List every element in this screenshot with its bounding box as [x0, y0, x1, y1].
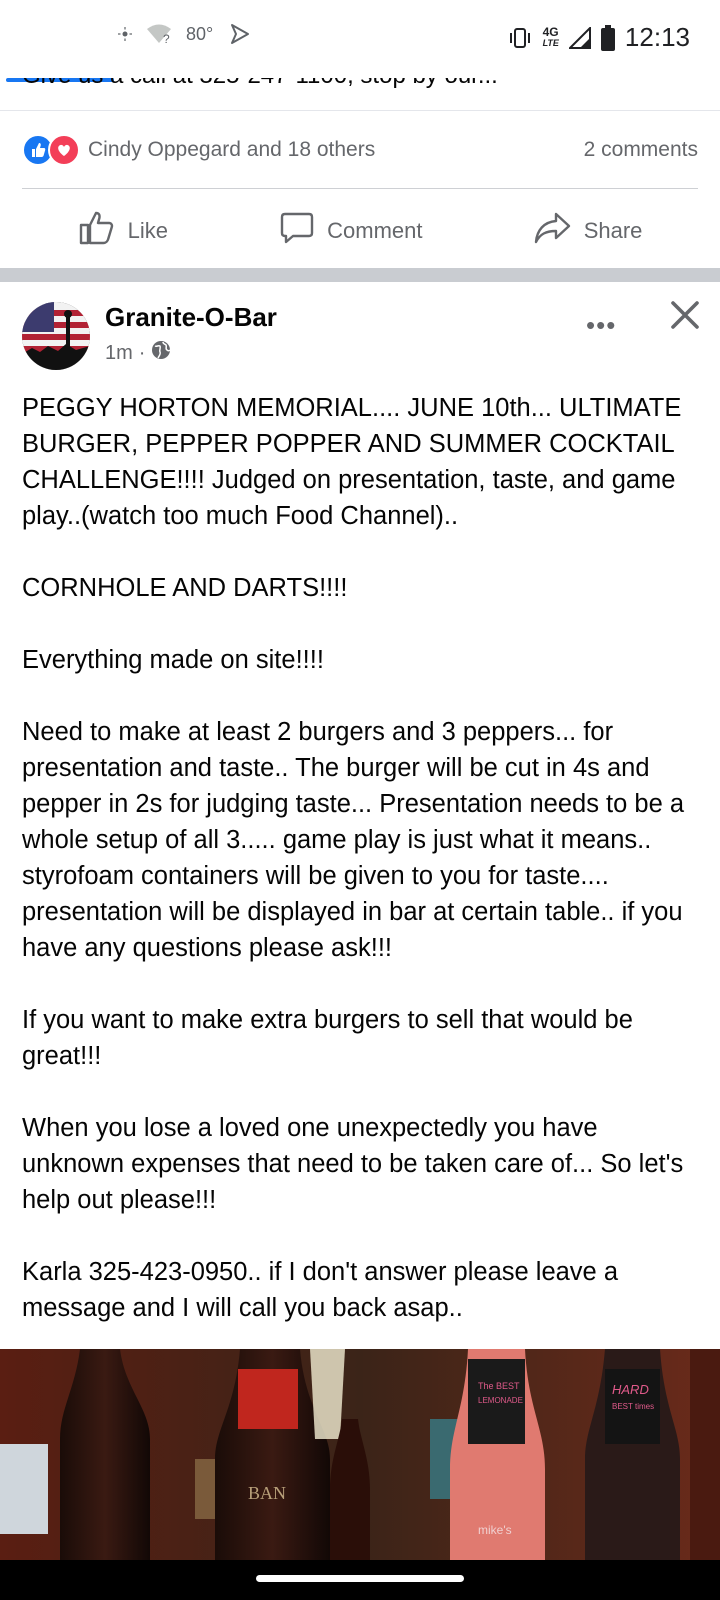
svg-text:?: ? [163, 32, 170, 44]
globe-icon [151, 340, 171, 366]
svg-text:HARD: HARD [612, 1382, 649, 1397]
love-reaction-icon [48, 134, 80, 166]
close-icon[interactable] [668, 298, 702, 332]
post-paragraph: When you lose a loved one unexpectedly y… [22, 1114, 684, 1214]
previous-post-snippet: Give us a call at 325-247-1100, stop by … [0, 78, 720, 111]
svg-text:LEMONADE: LEMONADE [478, 1396, 523, 1405]
post-actions-bar: Like Comment Share [22, 196, 698, 266]
post-paragraph: PEGGY HORTON MEMORIAL.... JUNE 10th... U… [22, 394, 682, 530]
share-label: Share [583, 218, 643, 243]
meta-separator: · [138, 341, 146, 364]
page-avatar[interactable] [22, 302, 90, 370]
reactions-row: Cindy Oppegard and 18 others 2 comments [22, 128, 698, 172]
wifi-question-icon: ? [146, 24, 172, 44]
more-options-button[interactable]: ••• [586, 310, 616, 341]
post-time[interactable]: 1m [105, 342, 133, 365]
play-outline-icon [227, 22, 251, 46]
status-bar-right: 4G LTE 12:13 [507, 22, 690, 53]
status-bar-left: ? 80° [118, 22, 251, 46]
system-navigation-bar [0, 1560, 720, 1600]
share-button[interactable]: Share [534, 211, 643, 251]
bottles-photo-illustration: BAN The BEST LEMONADE mike's HARD BEST t… [0, 1349, 720, 1560]
feed-separator [0, 268, 720, 282]
battery-icon [600, 24, 615, 51]
comment-button[interactable]: Comment [279, 210, 423, 252]
post-header: Granite-O-Bar 1m · ••• [0, 282, 720, 378]
post-paragraph: Everything made on site!!!! [22, 646, 324, 674]
network-type: 4G LTE [542, 24, 559, 48]
post-author-name[interactable]: Granite-O-Bar [105, 302, 277, 333]
vibrate-icon [507, 27, 533, 49]
signal-icon [568, 26, 591, 49]
post-paragraph: CORNHOLE AND DARTS!!!! [22, 574, 348, 602]
comment-bubble-icon [279, 210, 315, 252]
previous-post-text: Give us a call at 325-247-1100, stop by … [22, 78, 498, 90]
svg-text:BEST times: BEST times [612, 1402, 654, 1411]
like-button[interactable]: Like [78, 210, 168, 252]
post-photo[interactable]: BAN The BEST LEMONADE mike's HARD BEST t… [0, 1349, 720, 1560]
reaction-icons [22, 134, 80, 166]
post-text: PEGGY HORTON MEMORIAL.... JUNE 10th... U… [22, 390, 702, 1362]
temperature-text: 80° [186, 23, 214, 44]
bottle-label-1: The BEST [478, 1381, 520, 1391]
post-paragraph: Need to make at least 2 burgers and 3 pe… [22, 718, 685, 962]
comment-label: Comment [327, 218, 423, 243]
status-bar: ? 80° 4G LTE 12:13 [0, 0, 720, 78]
post-paragraph: Karla 325-423-0950.. if I don't answer p… [22, 1258, 619, 1322]
thumbs-up-icon [78, 210, 116, 252]
bottle-brand-label: mike's [478, 1523, 512, 1537]
reactions-summary[interactable]: Cindy Oppegard and 18 others [22, 134, 375, 166]
post-paragraph: If you want to make extra burgers to sel… [22, 1006, 633, 1070]
brightness-icon [118, 27, 132, 41]
divider [22, 188, 698, 189]
home-gesture-handle[interactable] [256, 1575, 464, 1582]
share-arrow-icon [534, 211, 572, 251]
like-label: Like [127, 218, 168, 243]
svg-text:BAN: BAN [248, 1483, 286, 1503]
comments-count-link[interactable]: 2 comments [584, 138, 698, 162]
reactions-summary-text: Cindy Oppegard and 18 others [88, 138, 376, 161]
post-meta: 1m · [105, 340, 171, 366]
clock-time: 12:13 [624, 22, 690, 52]
